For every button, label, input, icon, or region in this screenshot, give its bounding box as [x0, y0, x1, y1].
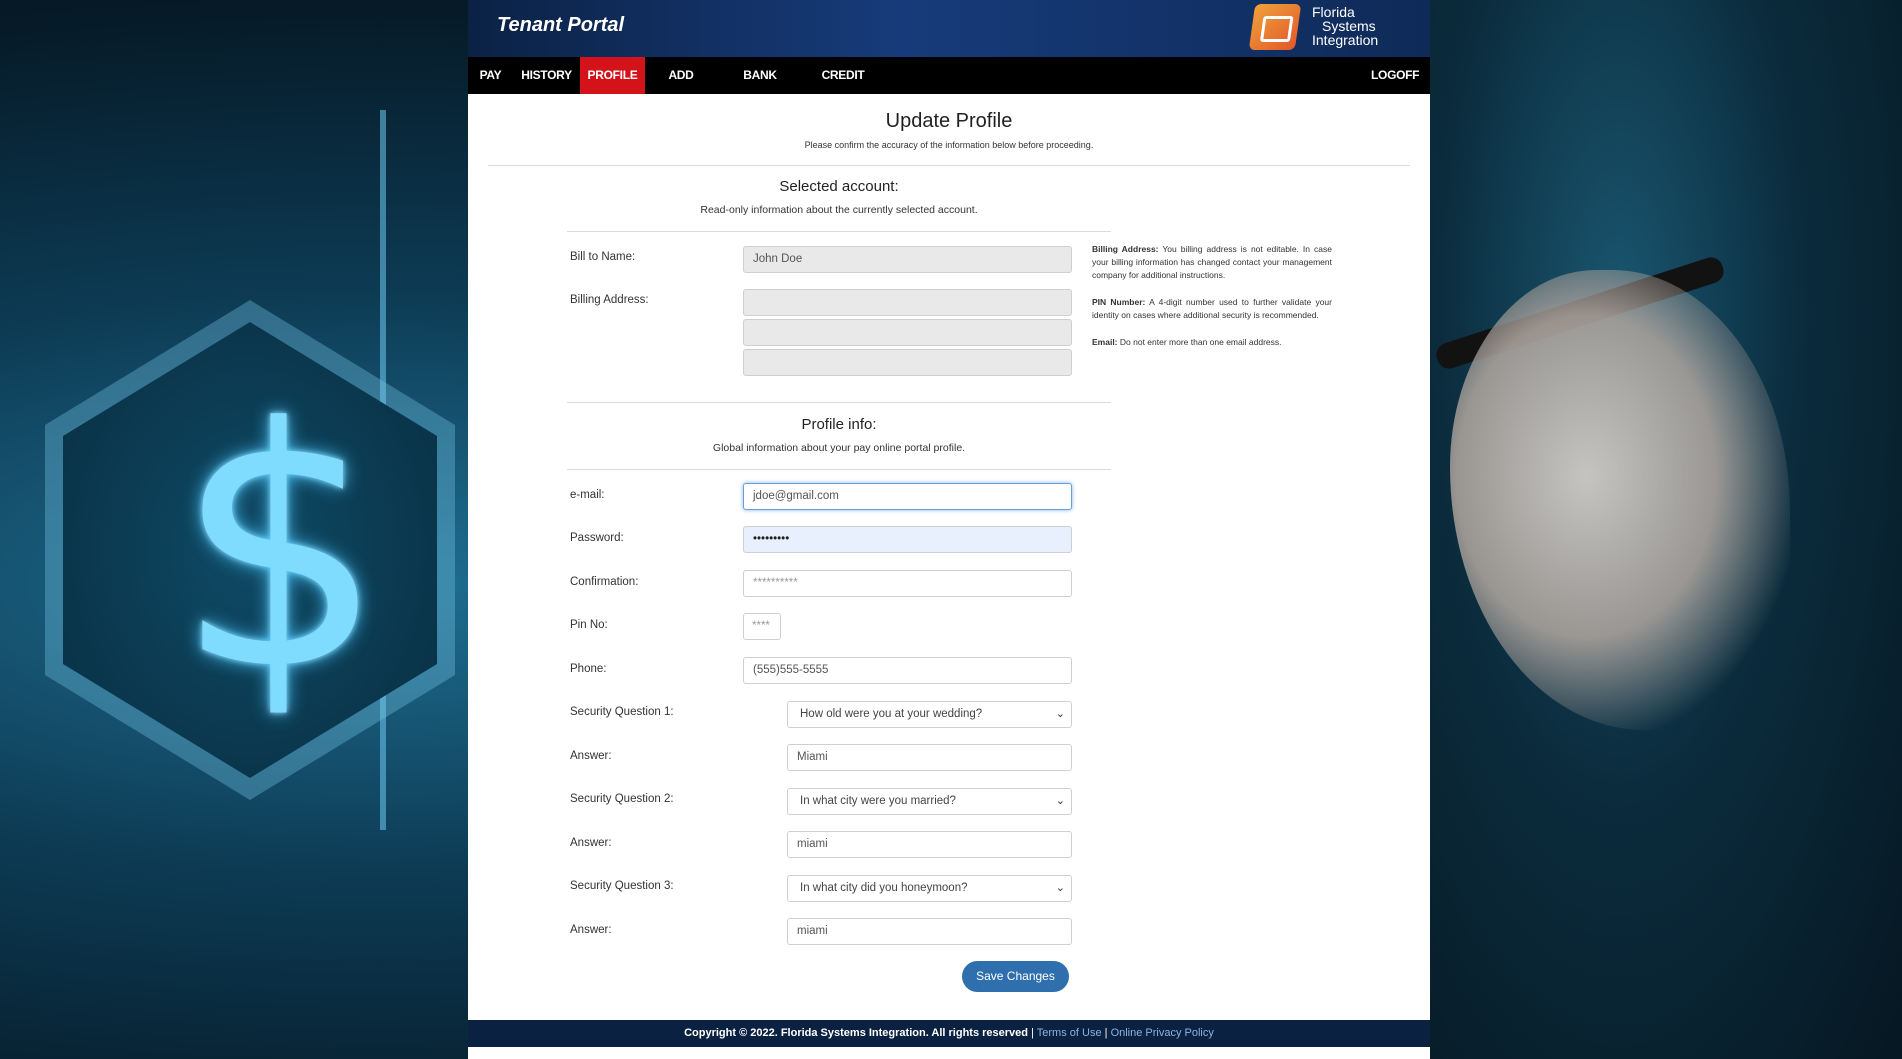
nav-history[interactable]: HISTORY [513, 57, 580, 94]
nav-bar: PAY HISTORY PROFILE ADD ACCOUNT BANK ACC… [468, 57, 1430, 119]
chevron-down-icon: ⌄ [1055, 795, 1065, 807]
footer-spacer [468, 1047, 1430, 1059]
security-question-1-value: How old were you at your wedding? [800, 708, 983, 720]
chevron-down-icon: ⌄ [1055, 708, 1065, 720]
answer-2-field[interactable]: miami [787, 831, 1072, 858]
help-email-title: Email: [1092, 337, 1118, 347]
email-field[interactable]: jdoe@gmail.com [743, 483, 1072, 510]
answer-2-label: Answer: [570, 837, 612, 849]
answer-1-label: Answer: [570, 750, 612, 762]
page-title: Update Profile [885, 110, 1013, 132]
password-field[interactable]: ••••••••• [743, 526, 1072, 553]
main-content: Update Profile Please confirm the accura… [468, 94, 1430, 1018]
help-email: Email: Do not enter more than one email … [1092, 336, 1332, 349]
logo-line-2: Systems [1322, 18, 1376, 34]
app-title: Tenant Portal [497, 14, 625, 36]
help-email-text: Do not enter more than one email address… [1119, 337, 1282, 347]
confirmation-label: Confirmation: [570, 576, 639, 588]
help-billing-address: Billing Address: You billing address is … [1092, 243, 1332, 282]
bill-to-name-field: John Doe [743, 246, 1072, 273]
dollar-icon: $ [175, 358, 385, 742]
password-label: Password: [570, 532, 624, 544]
footer-separator: | [1104, 1027, 1108, 1039]
nav-profile[interactable]: PROFILE [580, 57, 645, 94]
billing-address-line-2 [743, 319, 1072, 346]
portal-container: Tenant Portal Florida Systems Integratio… [468, 0, 1430, 1059]
nav-pay[interactable]: PAY [468, 57, 513, 94]
confirmation-field[interactable]: ********** [743, 570, 1072, 597]
logo-line-3: Integration [1312, 32, 1379, 48]
security-question-2-select[interactable]: In what city were you married? ⌄ [787, 788, 1072, 815]
divider [567, 469, 1111, 470]
profile-info-subtitle: Global information about your pay online… [712, 442, 966, 454]
footer-copyright: Copyright © 2022. Florida Systems Integr… [684, 1027, 1028, 1039]
logo-mark-icon [1248, 4, 1302, 50]
nav-logoff[interactable]: LOGOFF [1371, 57, 1420, 94]
bill-to-name-label: Bill to Name: [570, 251, 636, 263]
nav-add-account[interactable]: ADD ACCOUNT [645, 57, 717, 119]
terms-of-use-link[interactable]: Terms of Use [1037, 1027, 1102, 1039]
security-question-2-value: In what city were you married? [800, 795, 956, 807]
divider [567, 231, 1111, 232]
selected-account-subtitle: Read-only information about the currentl… [700, 204, 978, 216]
billing-address-line-3 [743, 349, 1072, 376]
billing-address-line-1 [743, 289, 1072, 316]
phone-label: Phone: [570, 663, 607, 675]
help-pin-title: PIN Number: [1092, 297, 1146, 307]
company-logo: Florida Systems Integration [1248, 2, 1392, 52]
billing-address-label: Billing Address: [570, 294, 649, 306]
nav-credit-cards[interactable]: CREDIT CARDS [803, 57, 883, 119]
header: Tenant Portal Florida Systems Integratio… [468, 0, 1430, 57]
security-question-2-label: Security Question 2: [570, 793, 674, 805]
security-question-3-value: In what city did you honeymoon? [800, 882, 968, 894]
help-billing-title: Billing Address: [1092, 244, 1159, 254]
security-question-1-label: Security Question 1: [570, 706, 674, 718]
nav-bank-accounts[interactable]: BANK ACCOUNTS [717, 57, 803, 119]
help-pin-number: PIN Number: A 4-digit number used to fur… [1092, 296, 1332, 322]
save-changes-button[interactable]: Save Changes [962, 961, 1069, 992]
answer-1-field[interactable]: Miami [787, 744, 1072, 771]
divider [567, 402, 1111, 403]
phone-field[interactable]: (555)555-5555 [743, 657, 1072, 684]
logo-text: Florida Systems Integration [1312, 5, 1378, 47]
pin-field[interactable]: **** [743, 613, 781, 640]
security-question-3-label: Security Question 3: [570, 880, 674, 892]
footer-separator: | [1031, 1027, 1034, 1039]
pin-label: Pin No: [570, 619, 608, 631]
selected-account-title: Selected account: [779, 178, 899, 195]
page-subtitle: Please confirm the accuracy of the infor… [804, 140, 1094, 150]
chevron-down-icon: ⌄ [1055, 882, 1065, 894]
security-question-3-select[interactable]: In what city did you honeymoon? ⌄ [787, 875, 1072, 902]
answer-3-label: Answer: [570, 924, 612, 936]
divider [488, 165, 1410, 166]
security-question-1-select[interactable]: How old were you at your wedding? ⌄ [787, 701, 1072, 728]
profile-info-title: Profile info: [801, 416, 877, 433]
email-label: e-mail: [570, 489, 605, 501]
answer-3-field[interactable]: miami [787, 918, 1072, 945]
logo-line-1: Florida [1312, 4, 1355, 20]
privacy-policy-link[interactable]: Online Privacy Policy [1111, 1027, 1214, 1039]
footer: Copyright © 2022. Florida Systems Integr… [468, 1020, 1430, 1047]
